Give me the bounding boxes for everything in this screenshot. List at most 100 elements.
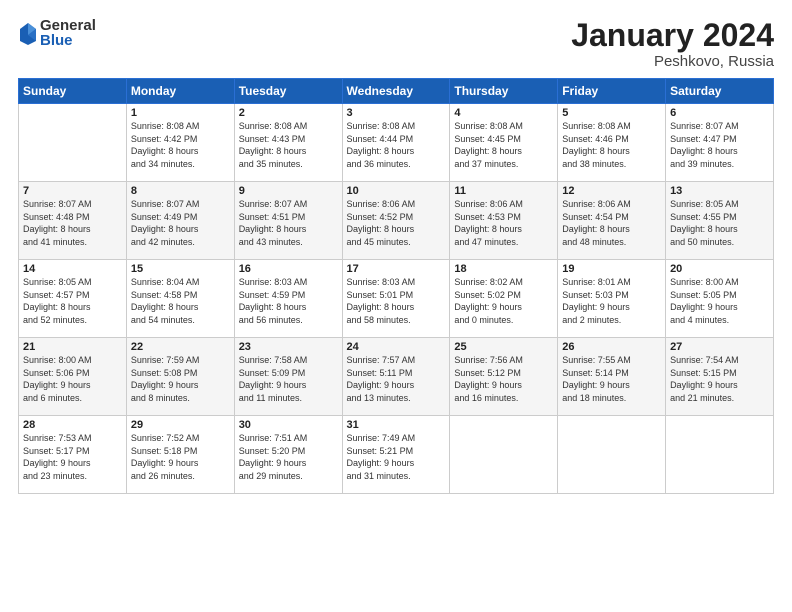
day-info: Sunrise: 8:08 AM Sunset: 4:42 PM Dayligh…	[131, 121, 200, 169]
day-number: 5	[562, 107, 661, 119]
day-cell: 19 Sunrise: 8:01 AM Sunset: 5:03 PM Dayli…	[558, 260, 666, 338]
day-info: Sunrise: 8:06 AM Sunset: 4:53 PM Dayligh…	[454, 199, 523, 247]
column-header-wednesday: Wednesday	[342, 79, 450, 104]
day-cell: 5Sunrise: 8:08 AM Sunset: 4:46 PM Daylig…	[558, 104, 666, 182]
day-cell: 17Sunrise: 8:03 AM Sunset: 5:01 PM Dayli…	[342, 260, 450, 338]
day-number: 31	[347, 419, 446, 431]
day-number: 25	[454, 341, 553, 353]
day-info: Sunrise: 7:58 AM Sunset: 5:09 PM Dayligh…	[239, 355, 308, 403]
day-cell: 13Sunrise: 8:05 AM Sunset: 4:55 PM Dayli…	[666, 182, 774, 260]
day-info: Sunrise: 8:05 AM Sunset: 4:57 PM Dayligh…	[23, 277, 92, 325]
day-cell: 8Sunrise: 8:07 AM Sunset: 4:49 PM Daylig…	[126, 182, 234, 260]
day-cell: 16 Sunrise: 8:03 AM Sunset: 4:59 PM Dayli…	[234, 260, 342, 338]
day-info: Sunrise: 8:07 AM Sunset: 4:49 PM Dayligh…	[131, 199, 200, 247]
logo: General Blue	[18, 18, 96, 48]
day-number: 24	[347, 341, 446, 353]
day-info: Sunrise: 8:08 AM Sunset: 4:44 PM Dayligh…	[347, 121, 416, 169]
day-cell: 18 Sunrise: 8:02 AM Sunset: 5:02 PM Dayli…	[450, 260, 558, 338]
day-number: 10	[347, 185, 446, 197]
column-header-tuesday: Tuesday	[234, 79, 342, 104]
day-info: Sunrise: 8:07 AM Sunset: 4:48 PM Dayligh…	[23, 199, 92, 247]
day-info: Sunrise: 8:05 AM Sunset: 4:55 PM Dayligh…	[670, 199, 739, 247]
day-info: Sunrise: 7:57 AM Sunset: 5:11 PM Dayligh…	[347, 355, 416, 403]
day-cell	[19, 104, 127, 182]
day-cell: 30 Sunrise: 7:51 AM Sunset: 5:20 PM Dayli…	[234, 416, 342, 494]
column-header-monday: Monday	[126, 79, 234, 104]
day-cell: 11 Sunrise: 8:06 AM Sunset: 4:53 PM Dayli…	[450, 182, 558, 260]
day-number: 22	[131, 341, 230, 353]
day-info: Sunrise: 7:59 AM Sunset: 5:08 PM Dayligh…	[131, 355, 200, 403]
day-cell: 15Sunrise: 8:04 AM Sunset: 4:58 PM Dayli…	[126, 260, 234, 338]
day-info: Sunrise: 8:08 AM Sunset: 4:43 PM Dayligh…	[239, 121, 308, 169]
logo-blue: Blue	[40, 33, 96, 48]
day-cell	[666, 416, 774, 494]
week-row-4: 21Sunrise: 8:00 AM Sunset: 5:06 PM Dayli…	[19, 338, 774, 416]
day-number: 15	[131, 263, 230, 275]
day-info: Sunrise: 8:02 AM Sunset: 5:02 PM Dayligh…	[454, 277, 523, 325]
day-number: 27	[670, 341, 769, 353]
day-number: 16	[239, 263, 338, 275]
day-info: Sunrise: 8:00 AM Sunset: 5:05 PM Dayligh…	[670, 277, 739, 325]
day-cell: 26Sunrise: 7:55 AM Sunset: 5:14 PM Dayli…	[558, 338, 666, 416]
day-number: 12	[562, 185, 661, 197]
day-info: Sunrise: 8:03 AM Sunset: 4:59 PM Dayligh…	[239, 277, 308, 325]
day-cell: 1 Sunrise: 8:08 AM Sunset: 4:42 PM Daylig…	[126, 104, 234, 182]
day-number: 20	[670, 263, 769, 275]
day-number: 23	[239, 341, 338, 353]
day-number: 9	[239, 185, 338, 197]
day-number: 11	[454, 185, 553, 197]
day-number: 18	[454, 263, 553, 275]
week-row-1: 1 Sunrise: 8:08 AM Sunset: 4:42 PM Daylig…	[19, 104, 774, 182]
day-info: Sunrise: 7:52 AM Sunset: 5:18 PM Dayligh…	[131, 433, 200, 481]
logo-general: General	[40, 18, 96, 33]
column-header-sunday: Sunday	[19, 79, 127, 104]
day-cell: 12 Sunrise: 8:06 AM Sunset: 4:54 PM Dayli…	[558, 182, 666, 260]
day-cell: 22 Sunrise: 7:59 AM Sunset: 5:08 PM Dayli…	[126, 338, 234, 416]
location: Peshkovo, Russia	[571, 53, 774, 70]
day-cell	[558, 416, 666, 494]
day-info: Sunrise: 8:00 AM Sunset: 5:06 PM Dayligh…	[23, 355, 92, 403]
day-cell: 28Sunrise: 7:53 AM Sunset: 5:17 PM Dayli…	[19, 416, 127, 494]
column-header-thursday: Thursday	[450, 79, 558, 104]
day-info: Sunrise: 8:06 AM Sunset: 4:52 PM Dayligh…	[347, 199, 416, 247]
logo-text: General Blue	[40, 18, 96, 48]
day-info: Sunrise: 7:51 AM Sunset: 5:20 PM Dayligh…	[239, 433, 308, 481]
day-number: 28	[23, 419, 122, 431]
day-cell: 23 Sunrise: 7:58 AM Sunset: 5:09 PM Dayli…	[234, 338, 342, 416]
header-row: SundayMondayTuesdayWednesdayThursdayFrid…	[19, 79, 774, 104]
day-number: 3	[347, 107, 446, 119]
day-cell: 21Sunrise: 8:00 AM Sunset: 5:06 PM Dayli…	[19, 338, 127, 416]
day-number: 2	[239, 107, 338, 119]
title-block: January 2024 Peshkovo, Russia	[571, 18, 774, 70]
day-info: Sunrise: 8:08 AM Sunset: 4:45 PM Dayligh…	[454, 121, 523, 169]
day-cell: 25Sunrise: 7:56 AM Sunset: 5:12 PM Dayli…	[450, 338, 558, 416]
day-cell	[450, 416, 558, 494]
day-number: 1	[131, 107, 230, 119]
day-cell: 14 Sunrise: 8:05 AM Sunset: 4:57 PM Dayli…	[19, 260, 127, 338]
day-number: 4	[454, 107, 553, 119]
page: General Blue January 2024 Peshkovo, Russ…	[0, 0, 792, 612]
day-cell: 24 Sunrise: 7:57 AM Sunset: 5:11 PM Dayli…	[342, 338, 450, 416]
day-number: 30	[239, 419, 338, 431]
day-info: Sunrise: 7:55 AM Sunset: 5:14 PM Dayligh…	[562, 355, 631, 403]
day-number: 19	[562, 263, 661, 275]
day-info: Sunrise: 7:54 AM Sunset: 5:15 PM Dayligh…	[670, 355, 739, 403]
day-cell: 3 Sunrise: 8:08 AM Sunset: 4:44 PM Daylig…	[342, 104, 450, 182]
day-info: Sunrise: 8:01 AM Sunset: 5:03 PM Dayligh…	[562, 277, 631, 325]
day-cell: 2 Sunrise: 8:08 AM Sunset: 4:43 PM Daylig…	[234, 104, 342, 182]
week-row-2: 7Sunrise: 8:07 AM Sunset: 4:48 PM Daylig…	[19, 182, 774, 260]
day-info: Sunrise: 7:49 AM Sunset: 5:21 PM Dayligh…	[347, 433, 416, 481]
month-title: January 2024	[571, 18, 774, 53]
column-header-saturday: Saturday	[666, 79, 774, 104]
day-number: 6	[670, 107, 769, 119]
day-cell: 6Sunrise: 8:07 AM Sunset: 4:47 PM Daylig…	[666, 104, 774, 182]
day-cell: 31 Sunrise: 7:49 AM Sunset: 5:21 PM Dayli…	[342, 416, 450, 494]
header: General Blue January 2024 Peshkovo, Russ…	[18, 18, 774, 70]
logo-icon	[18, 21, 38, 45]
day-info: Sunrise: 8:07 AM Sunset: 4:51 PM Dayligh…	[239, 199, 308, 247]
calendar-table: SundayMondayTuesdayWednesdayThursdayFrid…	[18, 78, 774, 494]
day-cell: 7Sunrise: 8:07 AM Sunset: 4:48 PM Daylig…	[19, 182, 127, 260]
day-info: Sunrise: 8:06 AM Sunset: 4:54 PM Dayligh…	[562, 199, 631, 247]
day-number: 14	[23, 263, 122, 275]
day-cell: 20 Sunrise: 8:00 AM Sunset: 5:05 PM Dayli…	[666, 260, 774, 338]
